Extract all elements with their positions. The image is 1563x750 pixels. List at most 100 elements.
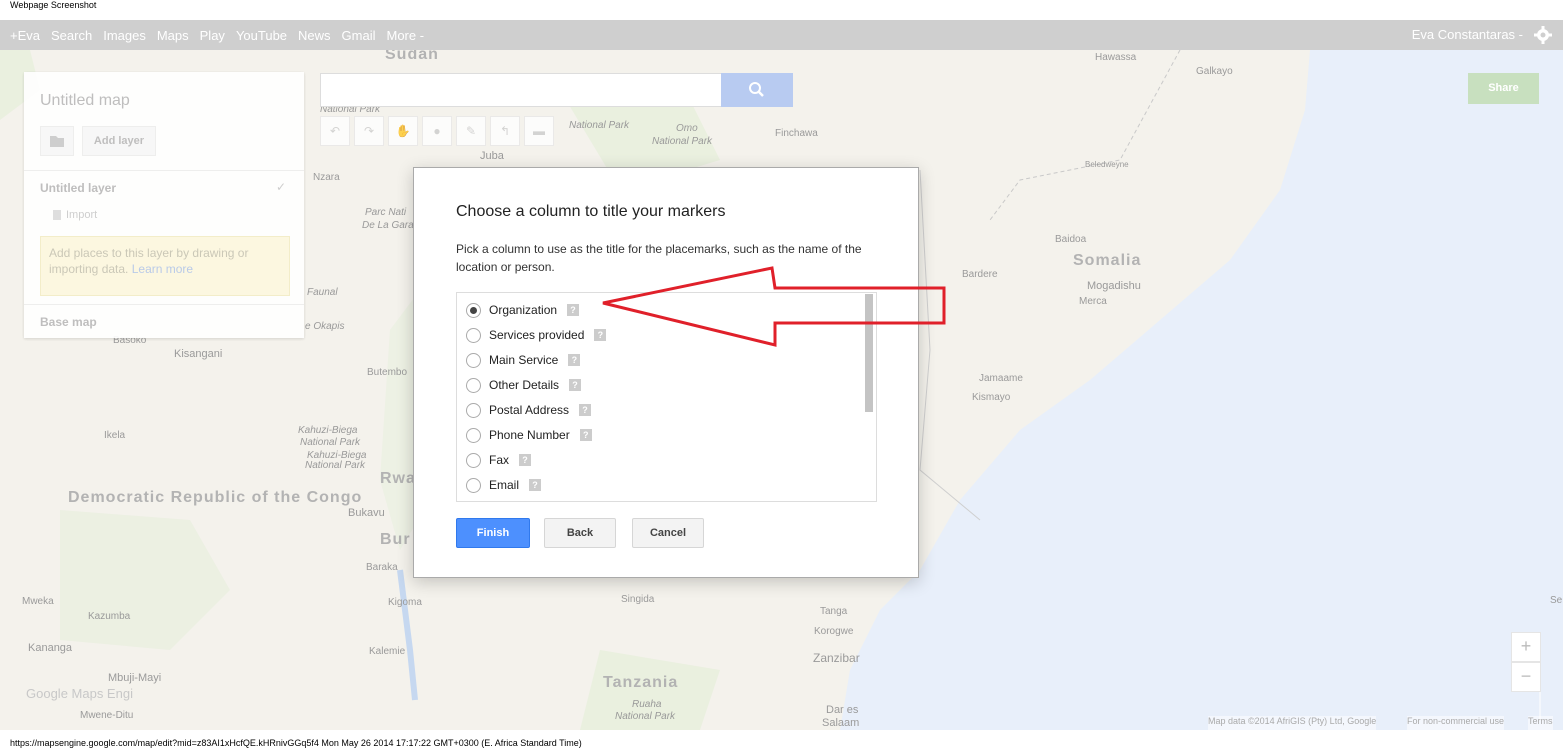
gear-icon[interactable] [1533, 25, 1553, 45]
nav-item-news[interactable]: News [298, 28, 331, 43]
map-label: Kazumba [88, 611, 131, 622]
column-option-label: Services provided [489, 328, 585, 342]
map-search-input[interactable] [320, 73, 722, 107]
ruler-icon[interactable]: ▬ [524, 116, 554, 146]
nav-item-profile[interactable]: +Eva [10, 28, 40, 43]
map-label: Juba [480, 150, 504, 162]
cancel-button[interactable]: Cancel [632, 518, 704, 548]
google-nav: +Eva Search Images Maps Play YouTube New… [10, 20, 435, 50]
radio-button[interactable] [466, 302, 481, 318]
column-option[interactable]: Fax ? [466, 450, 532, 470]
redo-icon[interactable]: ↷ [354, 116, 384, 146]
back-button[interactable]: Back [544, 518, 616, 548]
help-icon[interactable]: ? [579, 404, 592, 416]
nav-item-maps[interactable]: Maps [157, 28, 189, 43]
map-label: Baidoa [1055, 234, 1087, 245]
map-label: Korogwe [814, 626, 854, 637]
nav-item-more[interactable]: More - [387, 28, 425, 43]
map-label: Tanga [820, 606, 848, 617]
column-option[interactable]: Organization ? [466, 300, 580, 320]
map-label: Kalemie [369, 646, 406, 657]
open-folder-button[interactable] [40, 126, 74, 156]
map-toolbar: ↶ ↷ ✋ ● ✎ ↰ ▬ [320, 116, 554, 146]
layer-visibility-checkbox[interactable]: ✓ [276, 180, 288, 194]
nav-item-search[interactable]: Search [51, 28, 92, 43]
map-label: Omo [676, 123, 698, 134]
map-data-attribution: Map data ©2014 AfriGIS (Pty) Ltd, Google [1208, 716, 1377, 730]
help-icon[interactable]: ? [519, 454, 532, 466]
draw-line-icon[interactable]: ✎ [456, 116, 486, 146]
nav-item-play[interactable]: Play [200, 28, 225, 43]
map-label: Kisangani [174, 348, 223, 360]
map-label: Kismayo [972, 392, 1011, 403]
terms-link[interactable]: Terms [1528, 716, 1553, 730]
map-label: Parc Nati [365, 207, 407, 218]
map-label: Bukavu [348, 507, 385, 519]
directions-icon[interactable]: ↰ [490, 116, 520, 146]
base-map-section[interactable]: Base map [40, 315, 97, 329]
map-label: National Park [652, 136, 713, 147]
column-option[interactable]: Main Service ? [466, 350, 581, 370]
radio-button[interactable] [466, 327, 481, 343]
column-option[interactable]: Postal Address ? [466, 400, 592, 420]
map-label: Finchawa [775, 128, 818, 139]
map-label: Mbuji-Mayi [108, 672, 162, 684]
finish-button[interactable]: Finish [456, 518, 530, 548]
column-option[interactable]: Phone Number ? [466, 425, 592, 445]
column-option[interactable]: Other Details ? [466, 375, 582, 395]
column-option-label: Organization [489, 303, 558, 317]
import-icon [53, 210, 61, 220]
column-option[interactable]: Email ? [466, 475, 542, 495]
radio-button[interactable] [466, 377, 481, 393]
map-label: Salaam [822, 717, 860, 729]
map-search-button[interactable] [721, 73, 793, 107]
column-option-label: Other Details [489, 378, 560, 392]
help-icon[interactable]: ? [579, 429, 592, 441]
undo-icon[interactable]: ↶ [320, 116, 350, 146]
zoom-out-button[interactable]: − [1511, 662, 1541, 692]
map-label: Rwa [380, 470, 416, 487]
import-link[interactable]: Import [66, 209, 97, 221]
help-icon[interactable]: ? [568, 354, 581, 366]
layer-hint: Add places to this layer by drawing or i… [40, 236, 290, 296]
help-icon[interactable]: ? [569, 379, 582, 391]
map-title[interactable]: Untitled map [40, 92, 130, 110]
map-layers-panel: Untitled map Add layer Untitled layer ✓ … [24, 72, 304, 338]
map-label: e Okapis [305, 321, 345, 332]
account-menu[interactable]: Eva Constantaras - [1412, 20, 1523, 50]
marker-icon[interactable]: ● [422, 116, 452, 146]
column-option[interactable]: Services provided ? [466, 325, 607, 345]
column-option-label: Email [489, 478, 520, 492]
map-label: Kahuzi-Biega [298, 425, 358, 436]
map-label: Bur [380, 531, 411, 548]
divider [24, 170, 304, 171]
radio-button[interactable] [466, 477, 481, 493]
share-button[interactable]: Share [1468, 73, 1539, 104]
map-label: Mwene-Ditu [80, 710, 134, 721]
map-label: Tanzania [603, 674, 679, 691]
map-label: Baraka [366, 562, 398, 573]
zoom-in-button[interactable]: + [1511, 632, 1541, 662]
layer-name[interactable]: Untitled layer [40, 181, 116, 195]
nav-item-images[interactable]: Images [103, 28, 146, 43]
map-label: Somalia [1073, 252, 1142, 269]
annotation-arrow-icon [602, 266, 946, 347]
help-icon[interactable]: ? [567, 304, 580, 316]
hand-icon[interactable]: ✋ [388, 116, 418, 146]
column-option-label: Fax [489, 453, 510, 467]
add-layer-button[interactable]: Add layer [82, 126, 156, 156]
status-bar: https://mapsengine.google.com/map/edit?m… [10, 738, 582, 748]
map-label: Kananga [28, 642, 73, 654]
noncommercial-link[interactable]: For non-commercial use [1407, 716, 1505, 730]
radio-button[interactable] [466, 452, 481, 468]
map-label: National Park [615, 711, 676, 722]
nav-item-gmail[interactable]: Gmail [342, 28, 376, 43]
nav-item-youtube[interactable]: YouTube [236, 28, 287, 43]
radio-button[interactable] [466, 402, 481, 418]
map-label: Ikela [104, 430, 126, 441]
radio-button[interactable] [466, 352, 481, 368]
radio-button[interactable] [466, 427, 481, 443]
help-icon[interactable]: ? [529, 479, 542, 491]
learn-more-link[interactable]: Learn more [132, 262, 193, 276]
map-watermark: Google Maps Engi [26, 686, 133, 701]
